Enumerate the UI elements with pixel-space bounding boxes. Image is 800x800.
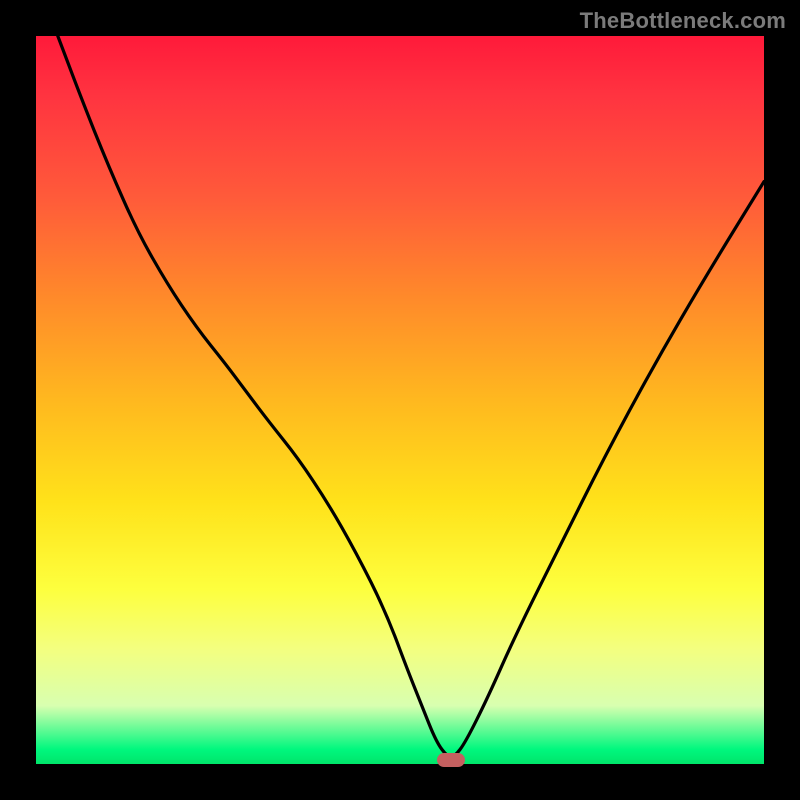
watermark-text: TheBottleneck.com: [580, 8, 786, 34]
bottleneck-curve: [36, 36, 764, 764]
minimum-marker: [437, 753, 465, 767]
curve-path: [58, 36, 764, 757]
chart-frame: TheBottleneck.com: [0, 0, 800, 800]
plot-area: [36, 36, 764, 764]
